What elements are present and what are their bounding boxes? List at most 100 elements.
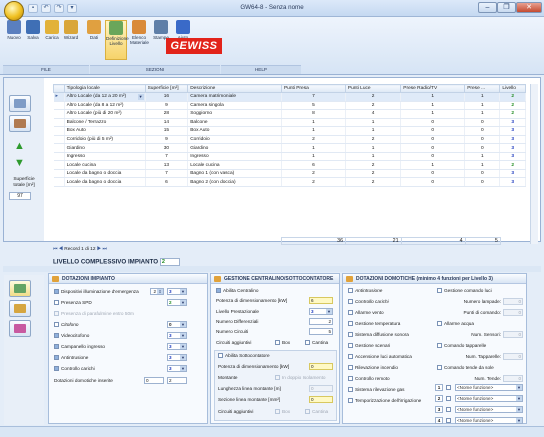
impianto-item-checkbox[interactable] (54, 344, 59, 349)
box2-checkbox[interactable] (275, 409, 280, 414)
lower-splitter[interactable] (3, 266, 541, 272)
table-cell[interactable]: Box Auto (187, 126, 282, 136)
ribbon-button-8[interactable]: Aiuto (174, 20, 192, 40)
domotica-item[interactable]: Gestione temperatura (348, 321, 400, 326)
domotica-item-checkbox[interactable] (348, 332, 353, 337)
nav-first-icon[interactable]: ⏮ (53, 247, 57, 252)
col-livello[interactable]: Livello (499, 84, 526, 93)
abilita-sottocontatore-checkbox[interactable] (218, 353, 223, 358)
abilita-sottocontatore[interactable]: Abilita Sottocontatore (218, 353, 270, 358)
impianto-level-select[interactable]: 3 ▼ (167, 288, 187, 295)
impianto-level-select[interactable]: 3 ▼ (167, 365, 187, 372)
table-cell[interactable]: 2 (345, 135, 402, 145)
col-punti-luce[interactable]: Punti Luce (344, 84, 402, 93)
impianto-item[interactable]: Dispositivi illuminazione d'emergenza (54, 289, 139, 294)
table-cell[interactable]: 1 (400, 92, 466, 102)
table-cell[interactable]: 1 (464, 152, 501, 162)
domotica-feature-checkbox[interactable] (437, 365, 442, 370)
table-cell[interactable]: Ingresso (64, 152, 146, 162)
domotica-count-field[interactable]: 0 (503, 375, 523, 382)
custom-slot-checkbox[interactable] (446, 418, 451, 423)
custom-slot-select[interactable]: <Nome funzione> ▼ (455, 384, 523, 391)
impianto-item-checkbox[interactable] (54, 311, 59, 316)
table-cell[interactable]: Bagno 1 (con vasca) (187, 169, 282, 179)
table-row[interactable]: Altro Locale (più di 20 m²) 28 Soggiorno 8 4… (53, 109, 526, 119)
domotica-item-checkbox[interactable] (348, 288, 353, 293)
table-cell[interactable]: 1 (281, 126, 346, 136)
row-selector[interactable] (53, 126, 65, 136)
impianto-item-checkbox[interactable] (54, 322, 59, 327)
table-cell[interactable]: Altro Locale (da 8 a 12 m²) (64, 101, 146, 111)
table-cell[interactable]: 2 (499, 109, 526, 119)
table-row[interactable]: Ingresso 7 Ingresso 1 1 0 1 3 (53, 152, 526, 162)
domotica-count-field[interactable]: 0 (503, 309, 523, 316)
impianto-item[interactable]: Antintrusione (54, 355, 88, 360)
row-selector[interactable] (53, 109, 65, 119)
table-cell[interactable]: 0 (400, 177, 466, 187)
domotica-item[interactable]: Accensione luci automatica (348, 354, 412, 359)
table-cell[interactable]: 1 (400, 109, 466, 119)
domotica-item[interactable]: Sistema rilevazione gas (348, 387, 405, 392)
table-cell[interactable]: Soggiorno (187, 109, 282, 119)
table-cell[interactable]: Locale cucina (187, 160, 282, 170)
table-cell[interactable]: Balcone (187, 118, 282, 128)
move-up-icon[interactable]: ▲ (12, 141, 27, 152)
table-cell[interactable]: 2 (345, 160, 402, 170)
maximize-button[interactable]: ❐ (497, 2, 516, 13)
box-option[interactable]: Box (275, 340, 290, 345)
cantina-option[interactable]: Cantina (305, 340, 328, 345)
table-cell[interactable]: 0 (464, 177, 501, 187)
table-cell[interactable]: 28 (145, 109, 189, 119)
table-cell[interactable]: 0 (400, 169, 466, 179)
table-row[interactable]: Locale da bagno o doccia 7 Bagno 1 (con va… (53, 169, 526, 179)
domotica-item-checkbox[interactable] (348, 365, 353, 370)
impianto-level-select[interactable]: 0 ▼ (167, 321, 187, 328)
table-cell[interactable]: 15 (145, 126, 189, 136)
table-cell[interactable]: 0 (400, 143, 466, 153)
table-cell[interactable]: Locale cucina (64, 160, 146, 170)
col-descrizione[interactable]: Descrizione (187, 84, 282, 93)
table-cell[interactable]: 9 (145, 135, 189, 145)
table-cell[interactable]: Giardino (64, 143, 146, 153)
table-row[interactable]: ▸ Altro Locale (da 12 a 20 m²) ▼ 16 Camera m… (53, 92, 526, 102)
table-row[interactable]: Giardino 30 Giardino 1 1 0 0 3 (53, 143, 526, 153)
custom-slot-select[interactable]: <Nome funzione> ▼ (455, 395, 523, 402)
ribbon-button-3[interactable]: Wizard (62, 20, 80, 40)
table-cell[interactable]: 1 (464, 101, 501, 111)
table-cell[interactable]: 30 (145, 143, 189, 153)
domotica-item-checkbox[interactable] (348, 343, 353, 348)
domotica-item[interactable]: Controllo remoto (348, 376, 390, 381)
table-cell[interactable]: Altro Locale (più di 20 m²) (64, 109, 146, 119)
centralino-view-button[interactable] (9, 300, 31, 317)
table-cell[interactable]: 1 (345, 143, 402, 153)
custom-slot-checkbox[interactable] (446, 407, 451, 412)
row-selector[interactable] (53, 169, 65, 179)
table-cell[interactable]: Corridoio (più di 5 m²) (64, 135, 146, 145)
table-cell[interactable]: 1 (345, 152, 402, 162)
impianto-view-button[interactable] (9, 280, 31, 297)
domotica-item[interactable]: Temporizzazione dell'irrigazione (348, 398, 421, 403)
numero-differenziali-field[interactable]: 2 (309, 318, 333, 325)
table-cell[interactable]: 1 (400, 160, 466, 170)
horizontal-scrollbar[interactable] (0, 426, 544, 437)
numero-circuiti-field[interactable]: 5 (309, 328, 333, 335)
domotica-count-field[interactable]: 0 (503, 298, 523, 305)
table-cell[interactable]: Bagno 2 (con doccia) (187, 177, 282, 187)
table-cell[interactable]: 1 (345, 126, 402, 136)
table-cell[interactable]: Camera singola (187, 101, 282, 111)
table-cell[interactable]: 0 (400, 135, 466, 145)
table-cell[interactable]: Locale da bagno o doccia (64, 169, 146, 179)
potenza2-field[interactable]: 0 (309, 363, 333, 370)
domotica-item[interactable]: Rilevazione incendio (348, 365, 398, 370)
table-cell[interactable]: 1 (281, 152, 346, 162)
table-cell[interactable]: 1 (464, 109, 501, 119)
table-cell[interactable]: 0 (400, 118, 466, 128)
table-row[interactable]: Locale da bagno o doccia 6 Bagno 2 (con do… (53, 177, 526, 187)
row-selector[interactable]: ▸ (53, 92, 65, 102)
table-cell[interactable]: 2 (281, 135, 346, 145)
table-cell[interactable]: 0 (464, 135, 501, 145)
table-cell[interactable]: 2 (345, 169, 402, 179)
impianto-item-checkbox[interactable] (54, 366, 59, 371)
table-cell[interactable]: 3 (499, 169, 526, 179)
impianto-qty-field[interactable]: 2 ⇕ (150, 288, 164, 295)
